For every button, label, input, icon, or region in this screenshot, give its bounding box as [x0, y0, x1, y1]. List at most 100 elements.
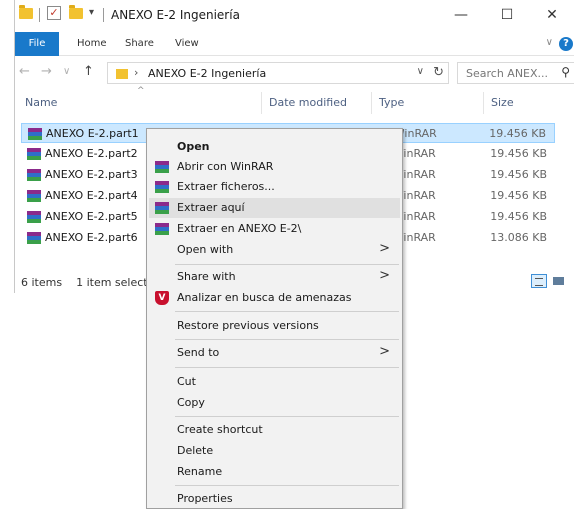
- menu-separator: [175, 367, 399, 368]
- close-button[interactable]: ✕: [529, 0, 574, 30]
- navigation-bar: ← → ∨ ↑ › ANEXO E-2 Ingeniería ∨ ↻ Searc…: [15, 60, 574, 86]
- toolbar-separator: [39, 8, 40, 22]
- menu-item-label: Restore previous versions: [177, 319, 319, 332]
- column-divider: [261, 92, 262, 114]
- tab-home[interactable]: Home: [77, 32, 107, 56]
- file-size: 13.086 KB: [490, 231, 547, 244]
- menu-item-cut[interactable]: Cut: [149, 372, 400, 392]
- menu-item-label: Open with: [177, 243, 234, 256]
- file-size: 19.456 KB: [489, 127, 546, 140]
- breadcrumb-separator-icon[interactable]: ›: [134, 66, 138, 79]
- menu-separator: [175, 485, 399, 486]
- menu-item-open-with[interactable]: Open with >: [149, 240, 400, 260]
- address-dropdown-icon[interactable]: ∨: [417, 66, 424, 77]
- search-input[interactable]: Search ANEX... ⚲: [457, 62, 574, 84]
- menu-item-extraer-en[interactable]: Extraer en ANEXO E-2\: [149, 219, 400, 239]
- up-arrow-icon[interactable]: ↑: [83, 64, 94, 79]
- winrar-archive-icon: [27, 232, 41, 244]
- menu-item-label: Create shortcut: [177, 423, 263, 436]
- tab-view[interactable]: View: [175, 32, 199, 56]
- submenu-arrow-icon: >: [379, 344, 390, 359]
- winrar-archive-icon: [28, 128, 42, 140]
- minimize-button[interactable]: —: [438, 0, 484, 30]
- menu-item-label: Properties: [177, 492, 233, 505]
- file-size: 19.456 KB: [490, 210, 547, 223]
- search-placeholder: Search ANEX...: [466, 67, 549, 80]
- menu-item-label: Extraer aquí: [177, 201, 245, 214]
- menu-item-analizar-amenazas[interactable]: V Analizar en busca de amenazas: [149, 288, 400, 308]
- submenu-arrow-icon: >: [379, 241, 390, 256]
- tab-share[interactable]: Share: [125, 32, 154, 56]
- toolbar-separator: [103, 8, 104, 22]
- menu-item-label: Extraer en ANEXO E-2\: [177, 222, 302, 235]
- winrar-icon: [155, 180, 169, 194]
- maximize-button[interactable]: ☐: [484, 0, 530, 30]
- sort-ascending-icon: ^: [137, 86, 145, 96]
- menu-separator: [175, 416, 399, 417]
- large-icons-view-icon[interactable]: [551, 274, 567, 288]
- menu-item-rename[interactable]: Rename: [149, 462, 400, 482]
- menu-item-restore-previous-versions[interactable]: Restore previous versions: [149, 316, 400, 336]
- file-name: ANEXO E-2.part1: [46, 127, 139, 140]
- context-menu: Open Abrir con WinRAR Extraer ficheros..…: [146, 128, 403, 509]
- address-bar[interactable]: › ANEXO E-2 Ingeniería ∨ ↻: [107, 62, 449, 84]
- search-icon[interactable]: ⚲: [561, 65, 570, 79]
- column-header-size[interactable]: Size: [491, 96, 514, 109]
- winrar-icon: [155, 160, 169, 174]
- column-header-name[interactable]: Name: [25, 96, 57, 109]
- properties-check-icon[interactable]: ✓: [47, 6, 61, 20]
- winrar-archive-icon: [27, 190, 41, 202]
- menu-item-send-to[interactable]: Send to >: [149, 343, 400, 363]
- winrar-archive-icon: [27, 148, 41, 160]
- file-name: ANEXO E-2.part5: [45, 210, 138, 223]
- menu-separator: [175, 339, 399, 340]
- menu-item-label: Copy: [177, 396, 205, 409]
- title-bar: ✓ ▾ ANEXO E-2 Ingeniería — ☐ ✕: [15, 0, 574, 30]
- new-folder-icon[interactable]: [69, 5, 83, 19]
- menu-item-open[interactable]: Open: [149, 137, 400, 157]
- menu-item-label: Delete: [177, 444, 214, 457]
- menu-item-extraer-aqui[interactable]: Extraer aquí: [149, 198, 400, 218]
- breadcrumb-path[interactable]: ANEXO E-2 Ingeniería: [148, 67, 266, 80]
- menu-item-label: Extraer ficheros...: [177, 180, 275, 193]
- submenu-arrow-icon: >: [379, 268, 390, 283]
- expand-ribbon-icon[interactable]: ∨: [546, 37, 553, 48]
- file-name: ANEXO E-2.part6: [45, 231, 138, 244]
- menu-item-create-shortcut[interactable]: Create shortcut: [149, 420, 400, 440]
- menu-item-copy[interactable]: Copy: [149, 393, 400, 413]
- folder-icon: [19, 5, 33, 19]
- column-header-type[interactable]: Type: [379, 96, 404, 109]
- menu-separator: [175, 264, 399, 265]
- menu-item-label: Send to: [177, 346, 220, 359]
- antivirus-shield-icon: V: [155, 291, 169, 305]
- menu-item-extraer-ficheros[interactable]: Extraer ficheros...: [149, 177, 400, 197]
- tab-file[interactable]: File: [15, 32, 59, 56]
- menu-item-label: Share with: [177, 270, 236, 283]
- menu-item-abrir-con-winrar[interactable]: Abrir con WinRAR: [149, 157, 400, 177]
- file-name: ANEXO E-2.part3: [45, 168, 138, 181]
- refresh-icon[interactable]: ↻: [433, 65, 444, 80]
- menu-item-delete[interactable]: Delete: [149, 441, 400, 461]
- back-arrow-icon[interactable]: ←: [19, 64, 30, 79]
- menu-item-properties[interactable]: Properties: [149, 489, 400, 509]
- recent-locations-icon[interactable]: ∨: [63, 66, 70, 77]
- file-name: ANEXO E-2.part2: [45, 147, 138, 160]
- item-count: 6 items: [21, 276, 63, 289]
- file-name: ANEXO E-2.part4: [45, 189, 138, 202]
- column-header-date-modified[interactable]: Date modified: [269, 96, 347, 109]
- winrar-icon: [155, 201, 169, 215]
- column-divider: [483, 92, 484, 114]
- menu-separator: [175, 311, 399, 312]
- help-icon[interactable]: ?: [559, 37, 573, 51]
- window-title: ANEXO E-2 Ingeniería: [111, 8, 240, 22]
- winrar-archive-icon: [27, 211, 41, 223]
- forward-arrow-icon[interactable]: →: [41, 64, 52, 79]
- folder-icon: [116, 69, 128, 79]
- menu-item-label: Abrir con WinRAR: [177, 160, 274, 173]
- file-size: 19.456 KB: [490, 147, 547, 160]
- menu-item-label: Cut: [177, 375, 196, 388]
- details-view-icon[interactable]: [531, 274, 547, 288]
- menu-item-label: Analizar en busca de amenazas: [177, 291, 352, 304]
- quick-access-dropdown-icon[interactable]: ▾: [89, 7, 94, 18]
- menu-item-share-with[interactable]: Share with >: [149, 267, 400, 287]
